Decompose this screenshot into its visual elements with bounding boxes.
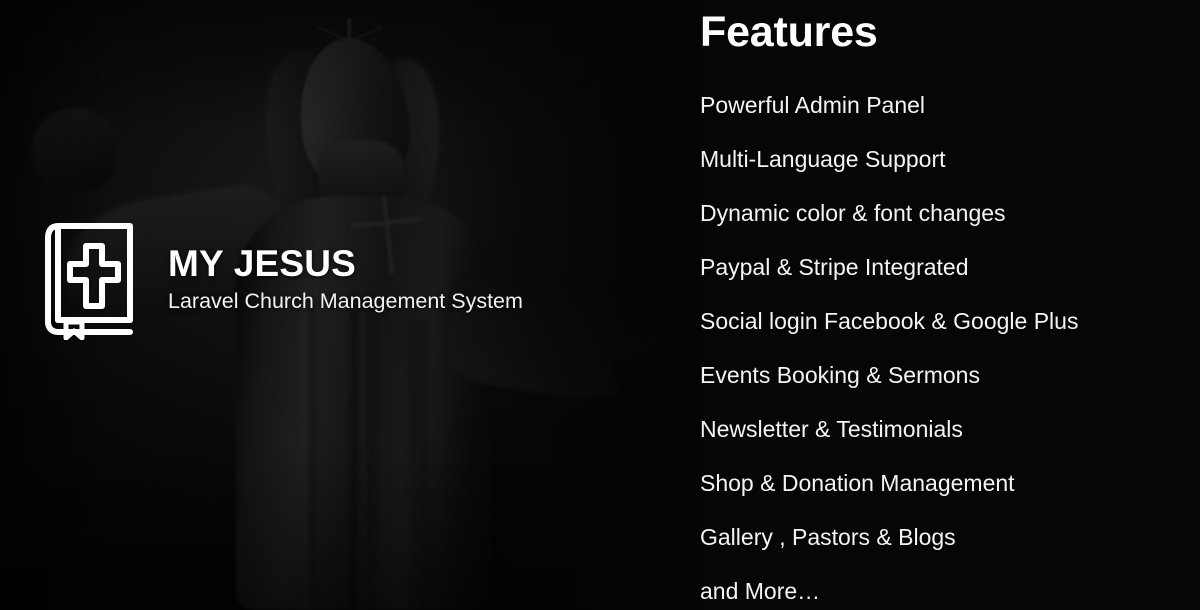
features-heading: Features (700, 8, 878, 56)
feature-item: Multi-Language Support (700, 146, 946, 172)
features-list: Powerful Admin Panel Multi-Language Supp… (700, 78, 1200, 610)
brand-title: MY JESUS (168, 242, 357, 284)
feature-item: Paypal & Stripe Integrated (700, 254, 969, 280)
statue-robe-fold (300, 300, 314, 610)
feature-item: Social login Facebook & Google Plus (700, 308, 1079, 334)
feature-item: Dynamic color & font changes (700, 200, 1006, 226)
bible-book-cross-icon (45, 223, 133, 340)
feature-item: Newsletter & Testimonials (700, 416, 963, 442)
features-pane: Features Powerful Admin Panel Multi-Lang… (700, 0, 1200, 610)
brand-subtitle: Laravel Church Management System (168, 288, 523, 313)
brand-text-block: MY JESUS Laravel Church Management Syste… (156, 242, 523, 313)
feature-item: Events Booking & Sermons (700, 362, 980, 388)
feature-item: and More… (700, 578, 821, 604)
statue-robe-fold (410, 320, 426, 610)
feature-item: Powerful Admin Panel (700, 92, 926, 118)
product-banner: MY JESUS Laravel Church Management Syste… (0, 0, 1200, 610)
feature-item: Gallery , Pastors & Blogs (700, 524, 956, 550)
statue-hand-left (22, 98, 128, 204)
brand-lockup: MY JESUS Laravel Church Management Syste… (44, 218, 523, 340)
feature-item: Shop & Donation Management (700, 470, 1015, 496)
